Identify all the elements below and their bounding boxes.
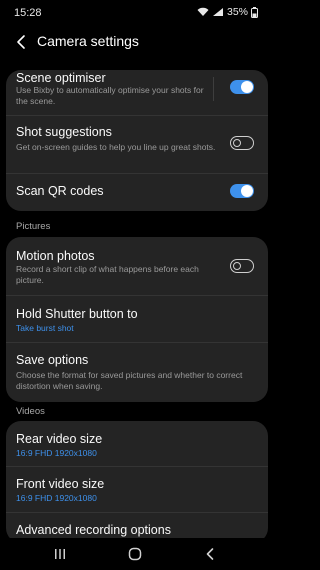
scan-qr-toggle[interactable] [230,184,254,198]
back-arrow-icon[interactable] [12,32,32,52]
setting-value: 16:9 FHD 1920x1080 [16,448,97,458]
setting-save-options[interactable]: Save options Choose the format for saved… [6,343,268,402]
setting-shot-suggestions[interactable]: Shot suggestions Get on-screen guides to… [6,116,268,174]
app-header: Camera settings [0,26,270,62]
status-bar: 15:28 35% [0,0,270,26]
settings-card-pictures: Motion photos Record a short clip of wha… [6,237,268,402]
divider [213,77,214,101]
setting-description: Record a short clip of what happens befo… [16,264,199,285]
setting-value: 16:9 FHD 1920x1080 [16,493,97,503]
back-icon[interactable] [202,546,218,562]
setting-title: Shot suggestions [16,125,112,139]
signal-icon [212,8,223,16]
status-icons: 35% [197,6,258,18]
settings-card-videos: Rear video size 16:9 FHD 1920x1080 Front… [6,421,268,543]
setting-description: Use Bixby to automatically optimise your… [16,85,204,106]
setting-description: Choose the format for saved pictures and… [16,370,243,391]
setting-front-video-size[interactable]: Front video size 16:9 FHD 1920x1080 [6,467,268,513]
setting-scan-qr[interactable]: Scan QR codes [6,174,268,211]
page-title: Camera settings [37,33,139,49]
section-label-videos: Videos [16,406,45,417]
settings-card-general: Scene optimiser Use Bixby to automatical… [6,70,268,211]
motion-photos-toggle[interactable] [230,259,254,273]
status-time: 15:28 [14,7,42,19]
setting-title: Motion photos [16,249,95,263]
setting-value: Take burst shot [16,323,74,333]
recents-icon[interactable] [52,546,68,562]
wifi-icon [197,7,209,16]
section-label-pictures: Pictures [16,221,51,232]
setting-title: Hold Shutter button to [16,307,138,321]
setting-title: Scene optimiser [16,71,106,85]
scene-optimiser-toggle[interactable] [230,80,254,94]
setting-title: Rear video size [16,432,103,446]
home-icon[interactable] [127,546,143,562]
battery-percent: 35% [226,6,248,18]
setting-description: Get on-screen guides to help you line up… [16,142,216,152]
setting-scene-optimiser[interactable]: Scene optimiser Use Bixby to automatical… [6,70,268,116]
setting-rear-video-size[interactable]: Rear video size 16:9 FHD 1920x1080 [6,421,268,467]
system-nav-bar [0,538,270,570]
shot-suggestions-toggle[interactable] [230,136,254,150]
setting-motion-photos[interactable]: Motion photos Record a short clip of wha… [6,237,268,296]
setting-title: Save options [16,353,89,367]
setting-title: Scan QR codes [16,184,104,198]
battery-icon [251,6,258,18]
setting-hold-shutter[interactable]: Hold Shutter button to Take burst shot [6,296,268,343]
setting-title: Front video size [16,477,105,491]
setting-title: Advanced recording options [16,523,171,537]
